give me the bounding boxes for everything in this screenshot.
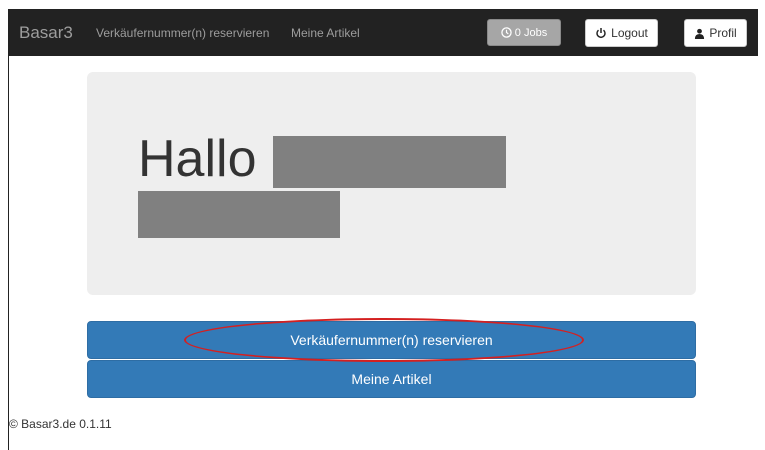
nav-link-my-articles[interactable]: Meine Artikel — [291, 26, 360, 40]
jobs-button[interactable]: 0 Jobs — [487, 19, 561, 46]
logout-label: Logout — [611, 26, 648, 40]
redacted-name-block-2 — [138, 191, 340, 238]
my-articles-button-label: Meine Artikel — [351, 371, 432, 387]
profile-label: Profil — [709, 26, 737, 40]
jobs-label: 0 Jobs — [514, 26, 548, 39]
brand-link[interactable]: Basar3 — [19, 23, 73, 43]
greeting-text: Hallo — [138, 130, 257, 188]
clock-icon — [501, 27, 512, 38]
user-icon — [694, 28, 705, 39]
my-articles-button[interactable]: Meine Artikel — [87, 360, 696, 398]
logout-button[interactable]: Logout — [585, 19, 658, 47]
profile-button[interactable]: Profil — [684, 19, 747, 47]
redacted-name-block — [273, 136, 506, 188]
welcome-jumbotron: Hallo — [87, 72, 696, 295]
nav-link-reserve[interactable]: Verkäufernummer(n) reservieren — [96, 26, 269, 40]
reserve-button-label: Verkäufernummer(n) reservieren — [290, 332, 493, 348]
reserve-seller-number-button[interactable]: Verkäufernummer(n) reservieren — [87, 321, 696, 359]
power-icon — [595, 27, 607, 39]
navbar: Basar3 Verkäufernummer(n) reservieren Me… — [9, 10, 758, 56]
footer-copyright: © Basar3.de 0.1.11 — [9, 417, 112, 431]
